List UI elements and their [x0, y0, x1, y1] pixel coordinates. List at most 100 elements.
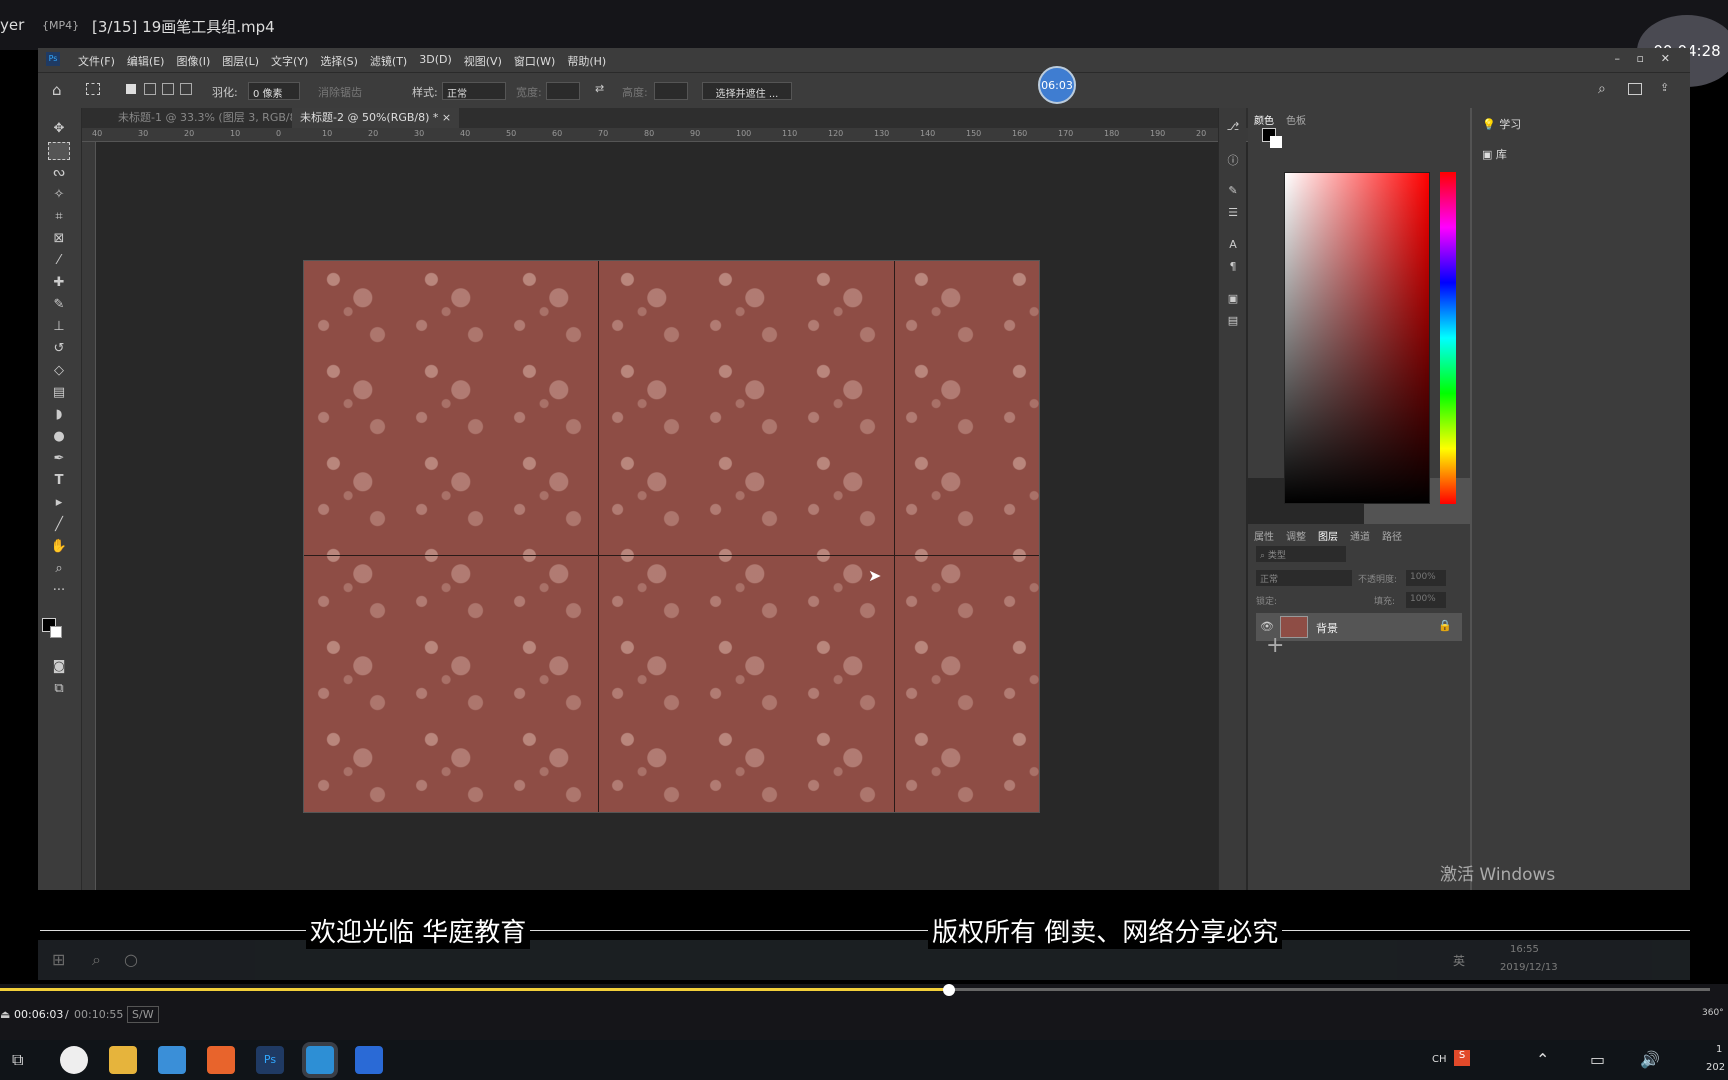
ime-icon[interactable]: S [1454, 1050, 1470, 1066]
screen-mode-icon[interactable]: ⧉ [48, 680, 70, 698]
brush-settings-icon[interactable]: ✎ [1225, 184, 1241, 200]
quick-mask-icon[interactable]: ◙ [48, 658, 70, 676]
background-swatch[interactable] [1270, 136, 1282, 148]
tray-chevron-icon[interactable]: ⌃ [1536, 1050, 1549, 1069]
layer-comps-icon[interactable]: ▣ [1225, 292, 1241, 308]
feather-input[interactable]: 0 像素 [248, 82, 300, 100]
search-icon[interactable]: ⌕ [1598, 81, 1606, 97]
learn-button[interactable]: 💡 学习 [1482, 116, 1521, 132]
width-input[interactable] [546, 82, 580, 100]
close-icon[interactable]: × [442, 111, 451, 124]
browser-icon[interactable] [60, 1046, 88, 1074]
zoom-tool-icon[interactable]: ⌕ [48, 560, 70, 578]
history-brush-icon[interactable]: ↺ [48, 340, 70, 358]
height-input[interactable] [654, 82, 688, 100]
tab-color[interactable]: 颜色 [1254, 112, 1274, 127]
file-explorer-icon[interactable] [109, 1046, 137, 1074]
add-selection-icon[interactable] [144, 83, 156, 95]
opacity-input[interactable]: 100% [1406, 570, 1446, 586]
swap-icon[interactable]: ⇄ [595, 82, 604, 95]
seek-handle[interactable] [943, 984, 956, 996]
volume-icon[interactable]: 🔊 [1640, 1050, 1660, 1069]
video-player-icon[interactable] [306, 1046, 334, 1074]
path-selection-icon[interactable]: ▸ [48, 494, 70, 512]
task-view-icon[interactable]: ⧉ [12, 1050, 23, 1070]
gradient-icon[interactable]: ▤ [48, 384, 70, 402]
tab-layers[interactable]: 图层 [1318, 528, 1338, 543]
character-icon[interactable]: A [1225, 238, 1241, 254]
color-spectrum[interactable] [1284, 172, 1430, 504]
antialias-checkbox[interactable]: 消除锯齿 [318, 84, 362, 100]
menu-item[interactable]: 滤镜(T) [370, 53, 407, 69]
menu-item[interactable]: 图层(L) [222, 53, 259, 69]
subtract-selection-icon[interactable] [162, 83, 174, 95]
menu-item[interactable]: 视图(V) [464, 53, 502, 69]
adjustments-icon[interactable]: ☰ [1225, 206, 1241, 222]
select-and-mask-button[interactable]: 选择并遮住 ... [702, 82, 792, 100]
libraries-button[interactable]: ▣ 库 [1482, 146, 1507, 162]
style-select[interactable]: 正常 [442, 82, 506, 100]
clone-stamp-icon[interactable]: ⊥ [48, 318, 70, 336]
healing-brush-icon[interactable]: ✚ [48, 274, 70, 292]
tab-swatches[interactable]: 色板 [1286, 112, 1306, 127]
lasso-tool-icon[interactable]: ᔓ [48, 164, 70, 182]
ps-restore-icon[interactable]: ▫ [1637, 52, 1644, 65]
language-indicator[interactable]: CH [1432, 1054, 1447, 1065]
more-tools-icon[interactable]: ··· [48, 582, 70, 600]
network-icon[interactable]: ▭ [1590, 1050, 1605, 1069]
blur-tool-icon[interactable]: ◗ [48, 406, 70, 424]
layer-filter-search[interactable]: ⌕ 类型 [1256, 546, 1346, 562]
type-tool-icon[interactable]: T [48, 472, 70, 490]
crop-tool-icon[interactable]: ⌗ [48, 208, 70, 226]
eyedropper-icon[interactable]: ⁄ [48, 252, 70, 270]
tab-channels[interactable]: 通道 [1350, 528, 1370, 543]
marquee-preset-icon[interactable] [86, 83, 100, 95]
menu-item[interactable]: 3D(D) [419, 53, 452, 69]
frame-tool-icon[interactable]: ⊠ [48, 230, 70, 248]
menu-item[interactable]: 选择(S) [320, 53, 358, 69]
ps-close-icon[interactable]: ✕ [1661, 52, 1670, 65]
menu-item[interactable]: 窗口(W) [514, 53, 555, 69]
menu-item[interactable]: 文件(F) [78, 53, 115, 69]
notes-icon[interactable]: ▤ [1225, 314, 1241, 330]
canvas-artwork[interactable] [303, 260, 1040, 813]
hand-tool-icon[interactable]: ✋ [48, 538, 70, 556]
tab-properties[interactable]: 属性 [1254, 528, 1274, 543]
pen-tool-icon[interactable]: ✒ [48, 450, 70, 468]
recorder-app-icon[interactable] [355, 1046, 383, 1074]
dodge-tool-icon[interactable]: ● [48, 428, 70, 446]
fill-input[interactable]: 100% [1406, 592, 1446, 608]
menu-item[interactable]: 文字(Y) [271, 53, 308, 69]
magic-wand-icon[interactable]: ✧ [48, 186, 70, 204]
menu-item[interactable]: 编辑(E) [127, 53, 165, 69]
intersect-selection-icon[interactable] [180, 83, 192, 95]
move-tool-icon[interactable]: ✥ [48, 120, 70, 138]
tab-adjustments[interactable]: 调整 [1286, 528, 1306, 543]
new-selection-icon[interactable] [126, 84, 136, 94]
blend-mode-select[interactable]: 正常 [1256, 570, 1352, 586]
layer-row[interactable]: 👁 背景 🔒 [1256, 613, 1462, 641]
eject-icon[interactable]: ⏏ [0, 1008, 10, 1021]
seek-bar[interactable] [0, 984, 1728, 996]
home-icon[interactable]: ⌂ [52, 81, 62, 99]
background-color-swatch[interactable] [50, 626, 62, 638]
tab-document-2[interactable]: 未标题-2 @ 50%(RGB/8) * × [292, 108, 460, 128]
tab-paths[interactable]: 路径 [1382, 528, 1402, 543]
menu-item[interactable]: 图像(I) [176, 53, 210, 69]
menu-item[interactable]: 帮助(H) [567, 53, 606, 69]
vr-button[interactable]: 360° [1702, 1008, 1724, 1018]
eraser-icon[interactable]: ◇ [48, 362, 70, 380]
workspace-icon[interactable] [1628, 83, 1642, 95]
share-icon[interactable]: ⇪ [1660, 81, 1669, 94]
info-icon[interactable]: ⓘ [1225, 152, 1241, 168]
user-app-icon[interactable] [158, 1046, 186, 1074]
visibility-eye-icon[interactable]: 👁 [1260, 620, 1274, 633]
marquee-tool-icon[interactable] [48, 142, 70, 160]
ps-minimize-icon[interactable]: – [1615, 52, 1621, 65]
photoshop-taskbar-icon[interactable]: Ps [256, 1046, 284, 1074]
hue-slider[interactable] [1440, 172, 1456, 504]
history-icon[interactable]: ⎇ [1225, 120, 1241, 136]
brush-tool-icon[interactable]: ✎ [48, 296, 70, 314]
sw-button[interactable]: S/W [127, 1006, 159, 1023]
presentation-app-icon[interactable] [207, 1046, 235, 1074]
